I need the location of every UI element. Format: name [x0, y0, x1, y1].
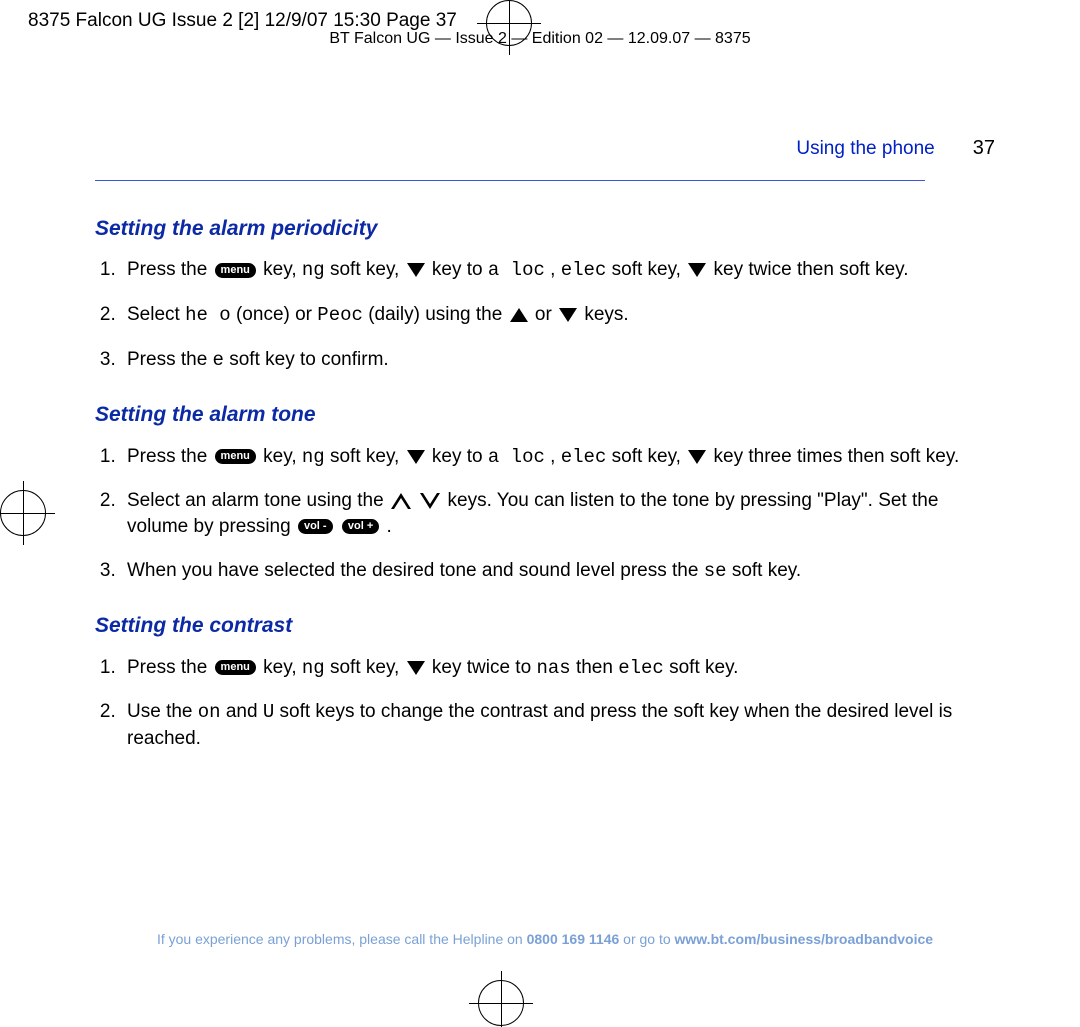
menu-option: a loc	[488, 259, 545, 281]
menu-option: Peoc	[317, 304, 363, 326]
down-key-icon	[407, 450, 425, 464]
list-item: Press the menu key, ng soft key, key twi…	[121, 655, 995, 682]
text: (daily) using the	[368, 304, 507, 325]
softkey-label: elec	[561, 446, 607, 468]
text: or	[535, 304, 557, 325]
up-outline-key-icon	[391, 493, 411, 509]
down-key-icon	[688, 450, 706, 464]
text: and	[226, 701, 263, 722]
softkey-label: elec	[561, 259, 607, 281]
text: Press the	[127, 349, 213, 370]
list-item: Select he o (once) or Peoc (daily) using…	[121, 302, 995, 329]
softkey-label: ng	[302, 259, 325, 281]
text: or go to	[619, 931, 674, 947]
text: Press the	[127, 259, 213, 280]
menu-key-icon: menu	[215, 660, 256, 675]
softkey-label: U	[263, 701, 274, 723]
list-item: Press the e soft key to confirm.	[121, 347, 995, 374]
list-item: Use the on and U soft keys to change the…	[121, 699, 995, 751]
down-key-icon	[407, 263, 425, 277]
text: soft key to confirm.	[229, 349, 388, 370]
text: soft key.	[890, 446, 959, 467]
text: When you have selected the desired tone …	[127, 560, 704, 581]
text: Use the	[127, 701, 198, 722]
text: key twice then	[714, 259, 840, 280]
list-item: Select an alarm tone using the keys. You…	[121, 488, 995, 539]
document-header-line: BT Falcon UG — Issue 2 — Edition 02 — 12…	[0, 28, 1080, 50]
page-number: 37	[973, 135, 995, 162]
document-page: { "printmark": "8375 Falcon UG Issue 2 […	[0, 0, 1080, 1027]
softkey-label: on	[198, 701, 221, 723]
menu-key-icon: menu	[215, 263, 256, 278]
text: soft key.	[732, 560, 801, 581]
running-head: Using the phone 37	[95, 135, 995, 162]
text: key,	[263, 657, 302, 678]
text: soft key.	[839, 259, 908, 280]
menu-option: nas	[536, 657, 570, 679]
rule	[95, 180, 925, 181]
text: soft key,	[612, 446, 687, 467]
registration-mark-left	[0, 490, 46, 536]
list-item: When you have selected the desired tone …	[121, 558, 995, 585]
registration-mark-bottom	[478, 980, 524, 1026]
menu-option: he o	[185, 304, 231, 326]
text: key to	[432, 259, 488, 280]
vol-plus-key-icon: vol +	[342, 519, 379, 534]
list-item: Press the menu key, ng soft key, key to …	[121, 257, 995, 284]
down-key-icon	[407, 661, 425, 675]
page-content: Using the phone 37 Setting the alarm per…	[95, 135, 995, 769]
text: soft key,	[330, 259, 405, 280]
menu-key-icon: menu	[215, 449, 256, 464]
section-title: Using the phone	[796, 136, 934, 162]
text: keys.	[584, 304, 628, 325]
down-outline-key-icon	[420, 493, 440, 509]
text: key to	[432, 446, 488, 467]
softkey-label: elec	[618, 657, 664, 679]
text: (once) or	[236, 304, 317, 325]
footer-help-text: If you experience any problems, please c…	[95, 930, 995, 949]
text: If you experience any problems, please c…	[157, 931, 527, 947]
text: Press the	[127, 446, 213, 467]
list-periodicity: Press the menu key, ng soft key, key to …	[95, 257, 995, 373]
text: Press the	[127, 657, 213, 678]
softkey-label: ng	[302, 657, 325, 679]
text: key,	[263, 259, 302, 280]
text: ,	[550, 259, 561, 280]
up-key-icon	[510, 308, 528, 322]
text: key,	[263, 446, 302, 467]
softkey-label: ng	[302, 446, 325, 468]
text: soft key,	[612, 259, 687, 280]
heading-alarm-tone: Setting the alarm tone	[95, 401, 995, 429]
text: .	[387, 516, 392, 537]
down-key-icon	[559, 308, 577, 322]
text: then	[576, 657, 618, 678]
text: key three times then	[714, 446, 890, 467]
text: ,	[550, 446, 561, 467]
text: key twice to	[432, 657, 537, 678]
text: Select	[127, 304, 185, 325]
text: soft key,	[330, 446, 405, 467]
down-key-icon	[688, 263, 706, 277]
text: soft key.	[669, 657, 738, 678]
text: soft key,	[330, 657, 405, 678]
list-item: Press the menu key, ng soft key, key to …	[121, 444, 995, 471]
softkey-label: se	[704, 560, 727, 582]
list-contrast: Press the menu key, ng soft key, key twi…	[95, 655, 995, 752]
helpline-phone: 0800 169 1146	[527, 931, 620, 947]
help-url: www.bt.com/business/broadbandvoice	[675, 931, 934, 947]
vol-minus-key-icon: vol -	[298, 519, 333, 534]
heading-contrast: Setting the contrast	[95, 612, 995, 640]
list-tone: Press the menu key, ng soft key, key to …	[95, 444, 995, 585]
softkey-label: e	[213, 349, 224, 371]
text: soft keys to change the contrast and pre…	[280, 701, 674, 722]
text: Select an alarm tone using the	[127, 490, 389, 511]
menu-option: a loc	[488, 446, 545, 468]
heading-alarm-periodicity: Setting the alarm periodicity	[95, 215, 995, 243]
